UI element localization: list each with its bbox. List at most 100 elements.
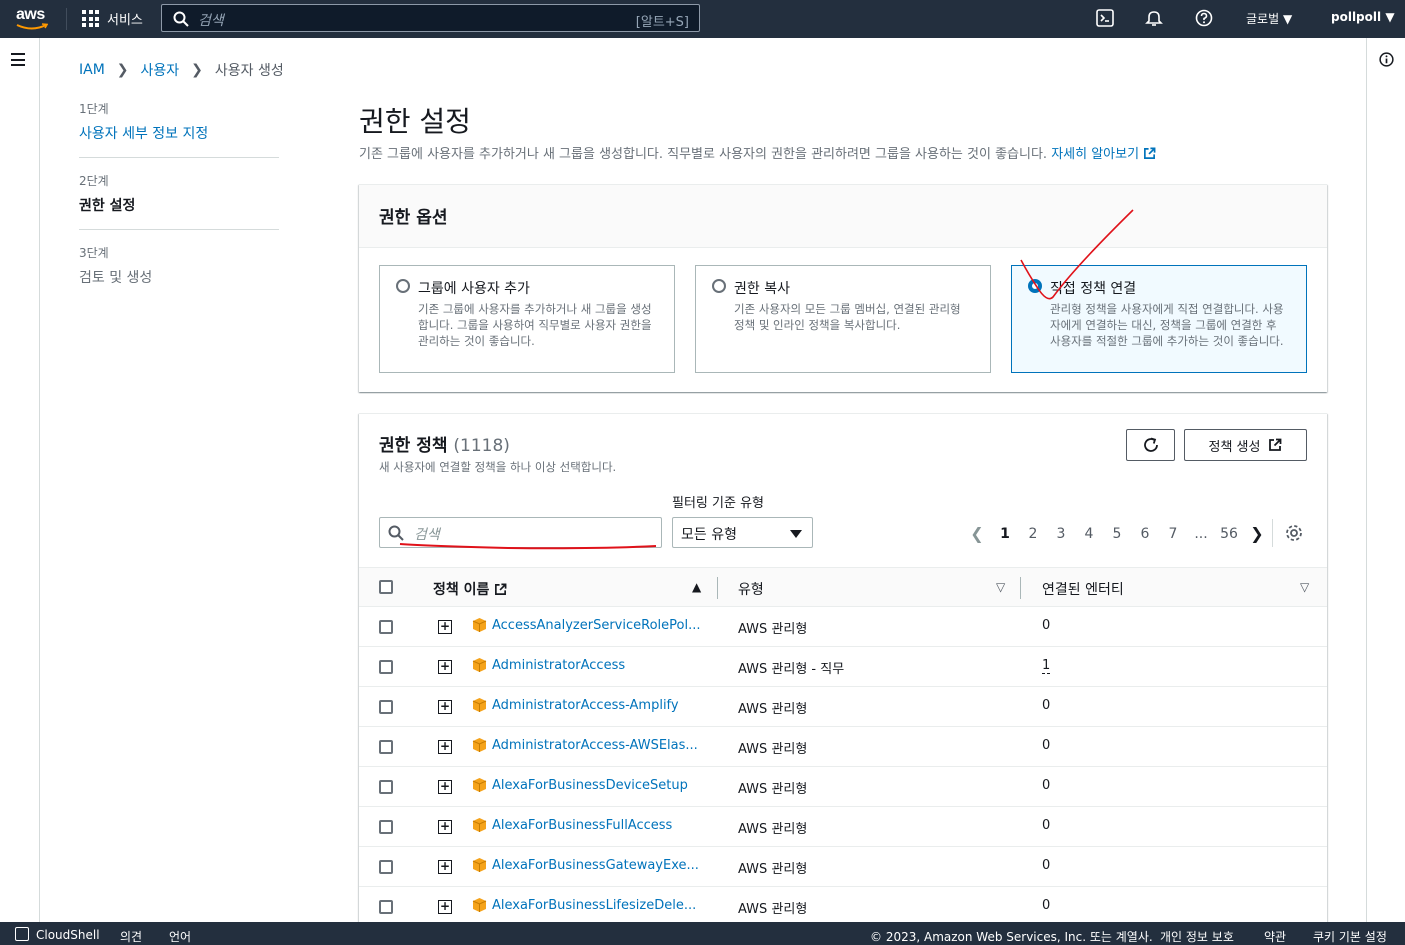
search-placeholder: 검색 xyxy=(198,13,224,29)
page-7[interactable]: 7 xyxy=(1159,526,1187,542)
cookie-preferences-link[interactable]: 쿠키 기본 설정 xyxy=(1313,928,1387,945)
terms-link[interactable]: 약관 xyxy=(1264,928,1286,945)
privacy-link[interactable]: 개인 정보 보호 xyxy=(1160,928,1234,945)
page-2[interactable]: 2 xyxy=(1019,526,1047,542)
radio-button[interactable] xyxy=(396,279,410,293)
gear-icon[interactable] xyxy=(1285,524,1303,542)
aws-logo[interactable]: aws xyxy=(16,6,50,32)
breadcrumb-users[interactable]: 사용자 xyxy=(141,60,180,80)
table-row[interactable]: + AccessAnalyzerServiceRolePol... AWS 관리형 0 xyxy=(359,607,1327,647)
policy-type: AWS 관리형 xyxy=(738,622,808,637)
row-checkbox[interactable] xyxy=(379,740,393,754)
language-link[interactable]: 언어 xyxy=(169,928,191,945)
feedback-link[interactable]: 의견 xyxy=(120,928,142,945)
row-checkbox[interactable] xyxy=(379,620,393,634)
sort-icon[interactable]: ▽ xyxy=(1300,580,1309,594)
column-attached-entities[interactable]: 연결된 엔터티 xyxy=(1042,579,1124,599)
breadcrumb-iam[interactable]: IAM xyxy=(79,62,105,78)
services-grid-icon xyxy=(82,10,99,27)
page-6[interactable]: 6 xyxy=(1131,526,1159,542)
column-policy-name[interactable]: 정책 이름 xyxy=(433,579,507,599)
refresh-button[interactable] xyxy=(1126,429,1175,461)
policy-name-link[interactable]: AdministratorAccess-Amplify xyxy=(492,698,679,713)
wizard-step-1: 1단계 사용자 세부 정보 지정 xyxy=(79,100,279,158)
policy-type: AWS 관리형 - 직무 xyxy=(738,662,845,677)
option-attach-policies-directly[interactable]: 직접 정책 연결 관리형 정책을 사용자에게 직접 연결합니다. 사용자에게 연… xyxy=(1011,265,1307,373)
page-4[interactable]: 4 xyxy=(1075,526,1103,542)
table-row[interactable]: + AdministratorAccess AWS 관리형 - 직무 1 xyxy=(359,647,1327,687)
option-copy-permissions[interactable]: 권한 복사 기존 사용자의 모든 그룹 멤버십, 연결된 관리형 정책 및 인라… xyxy=(695,265,991,373)
expand-icon[interactable]: + xyxy=(438,780,452,794)
global-search-input[interactable]: 검색 [알트+S] xyxy=(161,4,700,32)
policy-type: AWS 관리형 xyxy=(738,782,808,797)
policy-name-link[interactable]: AdministratorAccess xyxy=(492,658,625,673)
expand-icon[interactable]: + xyxy=(438,740,452,754)
create-policy-button[interactable]: 정책 생성 xyxy=(1184,429,1307,461)
managed-policy-cube-icon xyxy=(472,858,487,872)
sort-icon[interactable]: ▽ xyxy=(996,580,1005,594)
cloudshell-link[interactable]: CloudShell xyxy=(36,928,100,942)
policy-type: AWS 관리형 xyxy=(738,742,808,757)
row-checkbox[interactable] xyxy=(379,780,393,794)
page-1[interactable]: 1 xyxy=(991,526,1019,542)
expand-icon[interactable]: + xyxy=(438,660,452,674)
help-icon[interactable] xyxy=(1195,9,1213,27)
copyright-text: © 2023, Amazon Web Services, Inc. 또는 계열사… xyxy=(870,930,1153,944)
info-icon[interactable] xyxy=(1379,52,1394,67)
step-label: 검토 및 생성 xyxy=(79,270,153,286)
row-checkbox[interactable] xyxy=(379,900,393,914)
cloudshell-icon[interactable] xyxy=(15,927,29,941)
select-all-checkbox[interactable] xyxy=(379,580,393,594)
row-checkbox[interactable] xyxy=(379,660,393,674)
policy-name-link[interactable]: AccessAnalyzerServiceRolePol... xyxy=(492,618,700,633)
table-row[interactable]: + AlexaForBusinessLifesizeDele... AWS 관리형 0 xyxy=(359,887,1327,922)
step-number: 2단계 xyxy=(79,174,109,188)
menu-icon[interactable] xyxy=(11,53,25,70)
account-menu[interactable]: pollpoll ▼ xyxy=(1331,10,1395,24)
services-menu[interactable]: 서비스 xyxy=(82,9,143,28)
policy-name-link[interactable]: AdministratorAccess-AWSElas... xyxy=(492,738,698,753)
breadcrumb: IAM ❯ 사용자 ❯ 사용자 생성 xyxy=(79,60,284,80)
policy-search-input[interactable]: 검색 xyxy=(379,517,662,548)
page-3[interactable]: 3 xyxy=(1047,526,1075,542)
policy-name-link[interactable]: AlexaForBusinessLifesizeDele... xyxy=(492,898,696,913)
cloudshell-icon[interactable] xyxy=(1096,9,1114,27)
expand-icon[interactable]: + xyxy=(438,820,452,834)
learn-more-link[interactable]: 자세히 알아보기 xyxy=(1051,147,1156,162)
radio-button-selected[interactable] xyxy=(1028,279,1042,293)
page-ellipsis: ... xyxy=(1194,525,1208,542)
column-type[interactable]: 유형 xyxy=(738,579,764,599)
expand-icon[interactable]: + xyxy=(438,900,452,914)
radio-button[interactable] xyxy=(712,279,726,293)
refresh-icon xyxy=(1143,437,1158,452)
option-add-to-group[interactable]: 그룹에 사용자 추가 기존 그룹에 사용자를 추가하거나 새 그룹을 생성합니다… xyxy=(379,265,675,373)
expand-icon[interactable]: + xyxy=(438,700,452,714)
caret-down-icon: ▼ xyxy=(1385,10,1395,24)
external-link-icon xyxy=(1269,438,1282,451)
expand-icon[interactable]: + xyxy=(438,620,452,634)
row-checkbox[interactable] xyxy=(379,860,393,874)
breadcrumb-create-user: 사용자 생성 xyxy=(214,63,284,79)
step-link[interactable]: 사용자 세부 정보 지정 xyxy=(79,123,279,143)
table-row[interactable]: + AlexaForBusinessGatewayExe... AWS 관리형 0 xyxy=(359,847,1327,887)
table-row[interactable]: + AlexaForBusinessFullAccess AWS 관리형 0 xyxy=(359,807,1327,847)
attached-entities[interactable]: 1 xyxy=(1042,658,1051,674)
region-selector[interactable]: 글로벌 ▼ xyxy=(1246,10,1292,27)
page-56[interactable]: 56 xyxy=(1215,526,1243,542)
next-page-icon[interactable]: ❯ xyxy=(1243,524,1271,543)
notifications-bell-icon[interactable] xyxy=(1145,9,1163,27)
policy-name-link[interactable]: AlexaForBusinessDeviceSetup xyxy=(492,778,688,793)
policy-name-link[interactable]: AlexaForBusinessGatewayExe... xyxy=(492,858,699,873)
managed-policy-cube-icon xyxy=(472,658,487,672)
table-row[interactable]: + AdministratorAccess-AWSElas... AWS 관리형 0 xyxy=(359,727,1327,767)
row-checkbox[interactable] xyxy=(379,700,393,714)
table-row[interactable]: + AlexaForBusinessDeviceSetup AWS 관리형 0 xyxy=(359,767,1327,807)
page-5[interactable]: 5 xyxy=(1103,526,1131,542)
filter-type-select[interactable]: 모든 유형 xyxy=(672,517,813,548)
policy-name-link[interactable]: AlexaForBusinessFullAccess xyxy=(492,818,672,833)
row-checkbox[interactable] xyxy=(379,820,393,834)
sort-ascending-icon[interactable]: ▲ xyxy=(692,580,701,594)
expand-icon[interactable]: + xyxy=(438,860,452,874)
table-row[interactable]: + AdministratorAccess-Amplify AWS 관리형 0 xyxy=(359,687,1327,727)
previous-page-icon[interactable]: ❮ xyxy=(963,524,991,543)
